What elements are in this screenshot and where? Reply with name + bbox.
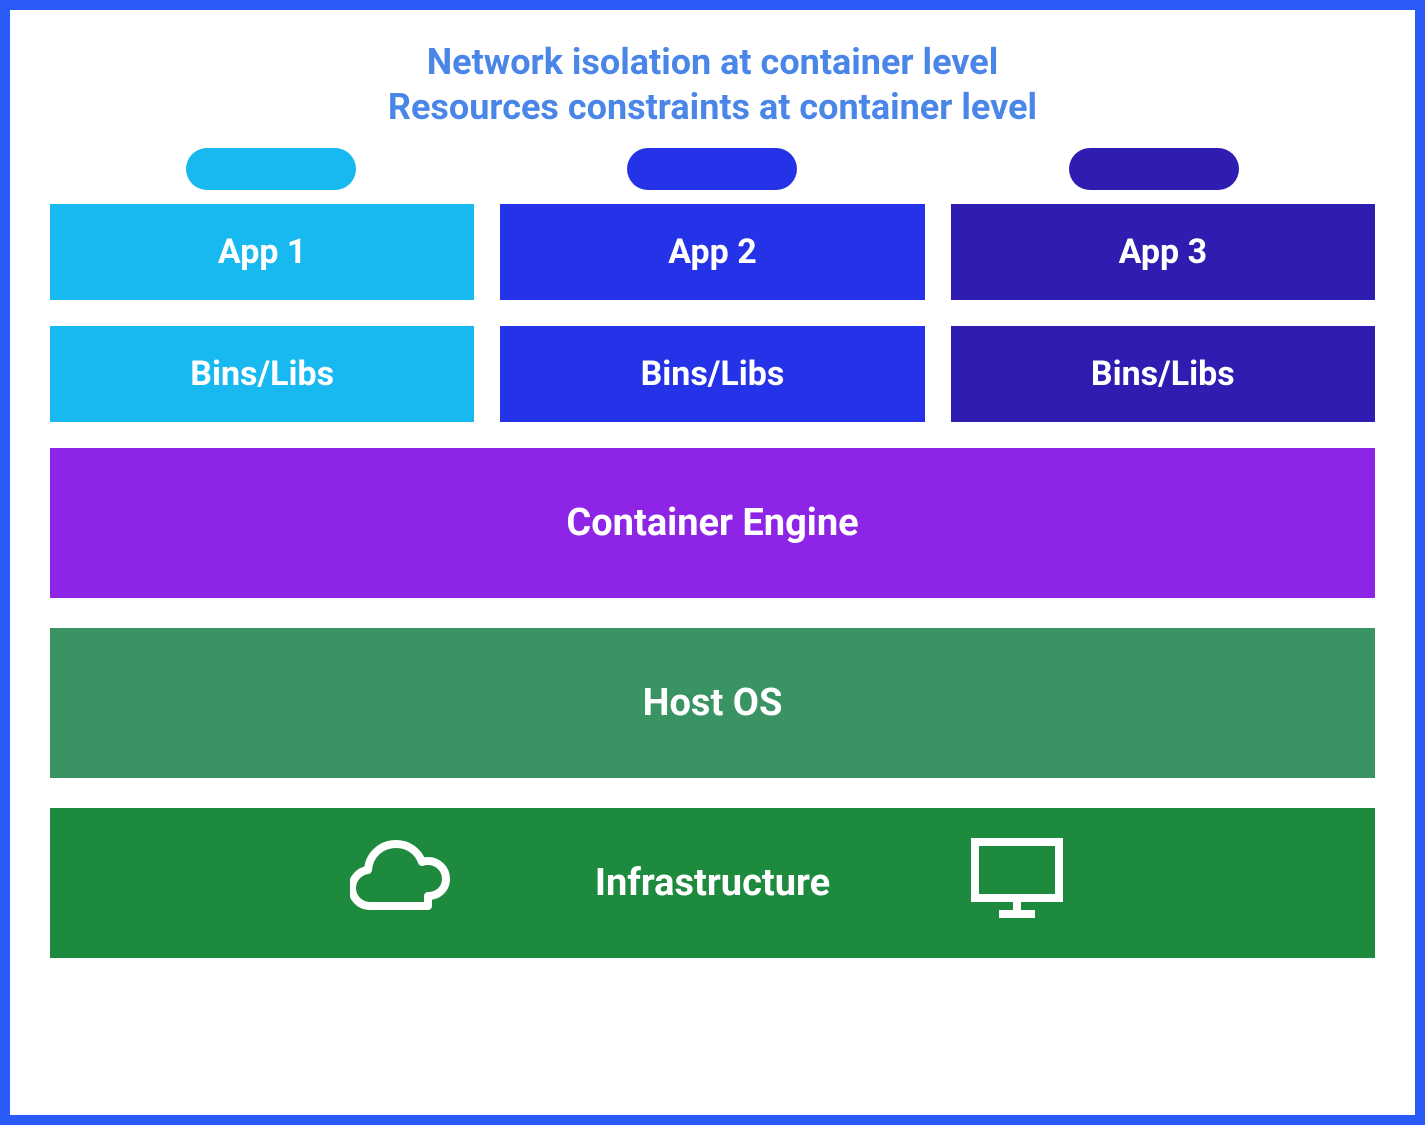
diagram-frame: Network isolation at container level Res… — [0, 0, 1425, 1125]
bins-label-3: Bins/Libs — [1091, 354, 1235, 394]
bins-label-1: Bins/Libs — [190, 354, 334, 394]
bins-label-2: Bins/Libs — [641, 354, 785, 394]
host-os-label: Host OS — [643, 681, 783, 725]
app-box-2: App 2 — [500, 204, 924, 300]
infrastructure-label: Infrastructure — [595, 861, 830, 905]
container-engine-label: Container Engine — [566, 501, 858, 545]
bins-row: Bins/Libs Bins/Libs Bins/Libs — [50, 326, 1375, 422]
host-os-layer: Host OS — [50, 628, 1375, 778]
bins-box-3: Bins/Libs — [951, 326, 1375, 422]
app-box-1: App 1 — [50, 204, 474, 300]
container-pills-row — [50, 148, 1375, 190]
app-label-1: App 1 — [218, 232, 307, 272]
infrastructure-layer: Infrastructure — [50, 808, 1375, 958]
bins-box-1: Bins/Libs — [50, 326, 474, 422]
header-line-2: Resources constraints at container level — [50, 85, 1375, 130]
bins-box-2: Bins/Libs — [500, 326, 924, 422]
app-label-3: App 3 — [1119, 232, 1208, 272]
cloud-icon — [350, 840, 450, 926]
diagram-header: Network isolation at container level Res… — [50, 40, 1375, 130]
app-box-3: App 3 — [951, 204, 1375, 300]
container-pill-3 — [1069, 148, 1239, 190]
container-pill-1 — [186, 148, 356, 190]
container-engine-layer: Container Engine — [50, 448, 1375, 598]
app-label-2: App 2 — [668, 232, 757, 272]
app-row: App 1 App 2 App 3 — [50, 204, 1375, 300]
monitor-icon — [969, 836, 1065, 930]
header-line-1: Network isolation at container level — [50, 40, 1375, 85]
container-pill-2 — [627, 148, 797, 190]
